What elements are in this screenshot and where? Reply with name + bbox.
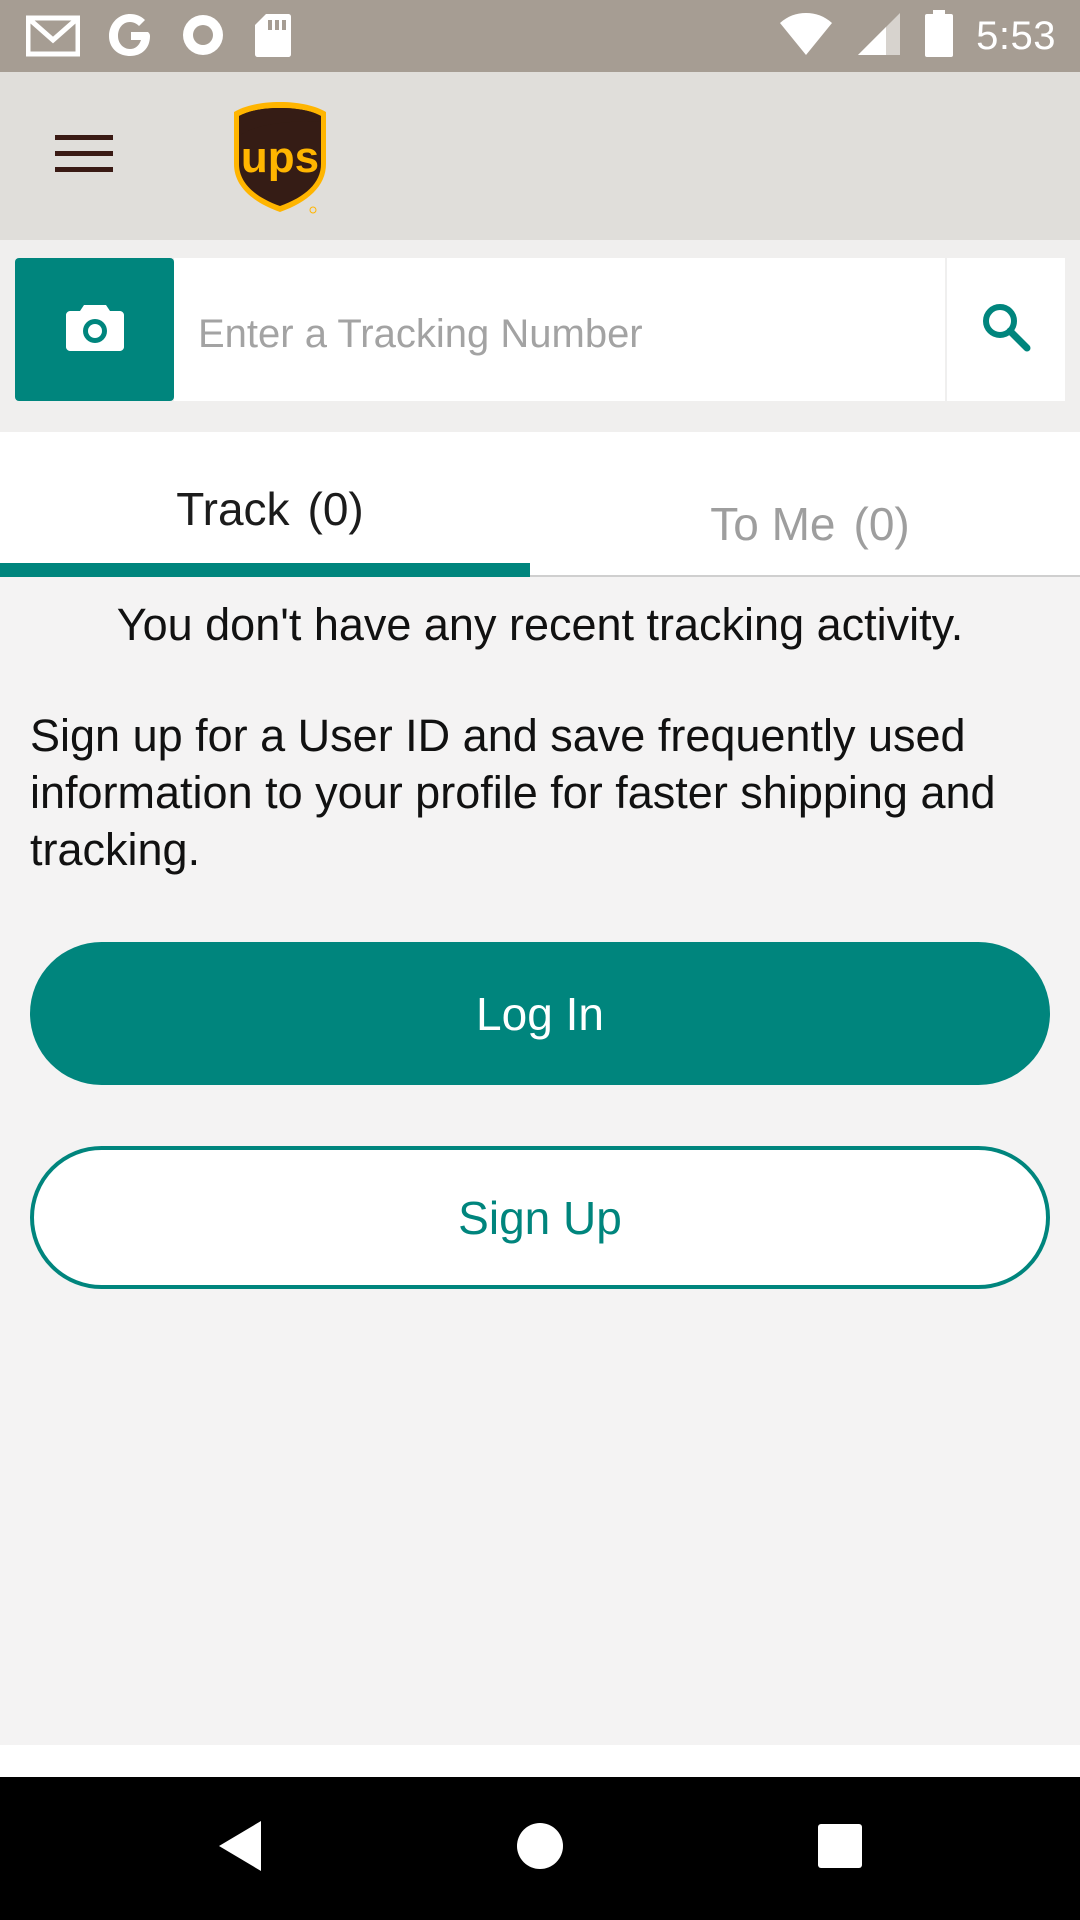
log-in-button[interactable]: Log In xyxy=(30,942,1050,1085)
back-button[interactable] xyxy=(160,1777,320,1920)
hamburger-menu-button[interactable] xyxy=(40,122,128,190)
camera-icon xyxy=(64,301,126,358)
ups-logo-text: ups xyxy=(241,133,319,182)
tab-track[interactable]: Track (0) xyxy=(0,432,540,577)
tracking-number-input[interactable] xyxy=(174,258,945,401)
empty-state-message: You don't have any recent tracking activ… xyxy=(116,599,964,650)
signal-icon xyxy=(856,11,902,62)
bottom-divider xyxy=(0,1745,1080,1777)
status-time: 5:53 xyxy=(976,14,1056,58)
system-navigation-bar xyxy=(0,1777,1080,1920)
tracking-search-bar xyxy=(0,240,1080,432)
record-icon xyxy=(180,12,226,63)
camera-scan-button[interactable] xyxy=(15,258,174,401)
sd-card-icon xyxy=(254,12,292,63)
hamburger-menu-icon xyxy=(55,133,113,180)
home-icon xyxy=(515,1821,565,1876)
recents-icon xyxy=(817,1823,863,1874)
selected-tab-indicator xyxy=(0,563,530,577)
tracking-tabs: Track (0) To Me (0) xyxy=(0,432,1080,577)
home-button[interactable] xyxy=(460,1777,620,1920)
sign-up-button[interactable]: Sign Up xyxy=(30,1146,1050,1289)
search-icon xyxy=(981,302,1031,357)
back-icon xyxy=(215,1819,265,1878)
recents-button[interactable] xyxy=(760,1777,920,1920)
app-bar: ups xyxy=(0,72,1080,240)
tracking-content: You don't have any recent tracking activ… xyxy=(0,579,1080,1745)
status-bar-right-icons: 5:53 xyxy=(778,10,1056,63)
search-button[interactable] xyxy=(946,258,1065,401)
tab-to-me-count: (0) xyxy=(853,498,910,550)
ups-logo: ups xyxy=(230,100,330,216)
tab-track-count: (0) xyxy=(307,483,364,535)
signup-promo-text: Sign up for a User ID and save frequentl… xyxy=(30,710,996,875)
tracking-number-field xyxy=(174,258,945,401)
tab-to-me[interactable]: To Me (0) xyxy=(540,432,1080,577)
google-icon xyxy=(108,12,152,63)
tab-track-label: Track xyxy=(176,483,290,535)
status-bar: 5:53 xyxy=(0,0,1080,72)
wifi-icon xyxy=(778,11,834,62)
gmail-icon xyxy=(25,12,81,63)
tab-to-me-label: To Me xyxy=(710,498,836,550)
battery-icon xyxy=(924,10,954,63)
status-bar-left-icons xyxy=(25,12,292,63)
